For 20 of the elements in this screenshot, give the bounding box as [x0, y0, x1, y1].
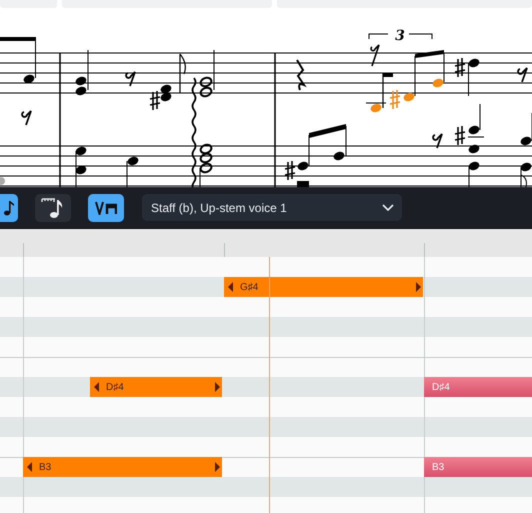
right-handle-icon[interactable]	[413, 282, 423, 292]
tuplet-number: 3	[395, 28, 405, 44]
right-handle-icon[interactable]	[212, 462, 222, 472]
left-handle-icon[interactable]	[226, 282, 236, 292]
note-bar[interactable]: B3	[424, 457, 532, 477]
note-bar[interactable]: D♯4	[90, 377, 222, 397]
bowing-marks-icon	[95, 200, 117, 214]
note-bar[interactable]: G♯4	[224, 277, 423, 297]
right-handle-icon[interactable]	[212, 382, 222, 392]
left-handle-icon[interactable]	[92, 382, 102, 392]
note-bar[interactable]: D♯4	[424, 377, 532, 397]
voice-dropdown[interactable]: Staff (b), Up-stem voice 1	[142, 194, 402, 221]
chevron-down-icon	[382, 204, 394, 211]
toolbar-button[interactable]	[0, 194, 18, 222]
toolbar-button[interactable]	[88, 194, 124, 222]
left-handle-icon[interactable]	[25, 462, 35, 472]
note-bar[interactable]: B3	[23, 457, 222, 477]
ruler-note-icon	[41, 196, 65, 218]
note-icon	[4, 200, 14, 216]
toolbar-button[interactable]	[35, 194, 71, 222]
